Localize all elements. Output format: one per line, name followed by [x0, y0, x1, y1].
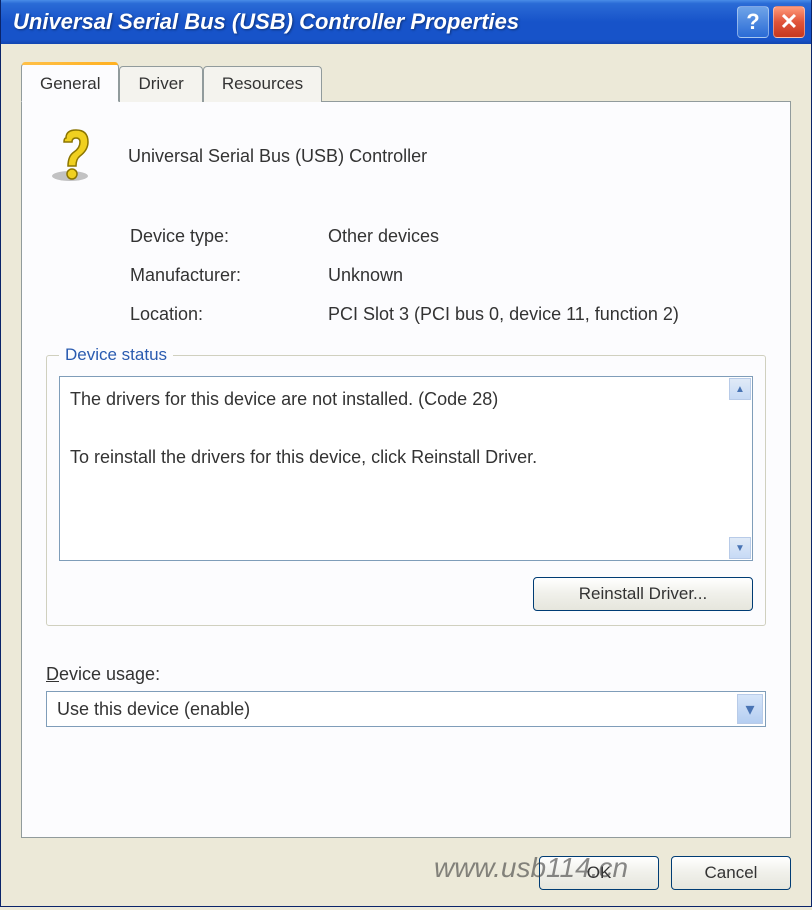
manufacturer-value: Unknown [328, 265, 766, 286]
device-properties: Device type: Other devices Manufacturer:… [130, 226, 766, 325]
tab-general[interactable]: General [21, 63, 119, 102]
reinstall-driver-button[interactable]: Reinstall Driver... [533, 577, 753, 611]
ok-button[interactable]: OK [539, 856, 659, 890]
device-status-text-box[interactable]: The drivers for this device are not inst… [59, 376, 753, 561]
device-type-value: Other devices [328, 226, 766, 247]
cancel-button[interactable]: Cancel [671, 856, 791, 890]
help-icon: ? [746, 9, 759, 35]
location-label: Location: [130, 304, 328, 325]
reinstall-row: Reinstall Driver... [59, 577, 753, 611]
device-usage-label: Device usage: [46, 664, 766, 685]
device-status-group: Device status The drivers for this devic… [46, 355, 766, 626]
device-type-label: Device type: [130, 226, 328, 247]
help-button[interactable]: ? [737, 6, 769, 38]
device-name: Universal Serial Bus (USB) Controller [128, 146, 427, 167]
device-usage-section: Device usage: Use this device (enable) ▾ [46, 664, 766, 727]
tab-bar: General Driver Resources [21, 66, 791, 102]
scrollbar-down-icon[interactable]: ▼ [729, 537, 751, 559]
close-icon: ✕ [780, 9, 798, 35]
tab-resources[interactable]: Resources [203, 66, 322, 102]
unknown-device-icon [46, 128, 106, 184]
dialog-footer: OK Cancel www.usb114.cn [21, 838, 791, 890]
titlebar[interactable]: Universal Serial Bus (USB) Controller Pr… [1, 0, 811, 44]
content-area: General Driver Resources Universal Seria… [1, 44, 811, 906]
device-usage-dropdown[interactable]: Use this device (enable) ▾ [46, 691, 766, 727]
device-status-text: The drivers for this device are not inst… [70, 385, 742, 471]
window-title: Universal Serial Bus (USB) Controller Pr… [13, 9, 737, 35]
device-header: Universal Serial Bus (USB) Controller [46, 128, 766, 184]
location-value: PCI Slot 3 (PCI bus 0, device 11, functi… [328, 304, 766, 325]
device-usage-selected: Use this device (enable) [57, 699, 250, 720]
properties-window: Universal Serial Bus (USB) Controller Pr… [0, 0, 812, 907]
tab-driver[interactable]: Driver [119, 66, 202, 102]
close-button[interactable]: ✕ [773, 6, 805, 38]
device-status-title: Device status [59, 345, 173, 365]
scrollbar-up-icon[interactable]: ▲ [729, 378, 751, 400]
chevron-down-icon: ▾ [737, 694, 763, 724]
manufacturer-label: Manufacturer: [130, 265, 328, 286]
titlebar-buttons: ? ✕ [737, 6, 805, 38]
tab-panel-general: Universal Serial Bus (USB) Controller De… [21, 101, 791, 838]
